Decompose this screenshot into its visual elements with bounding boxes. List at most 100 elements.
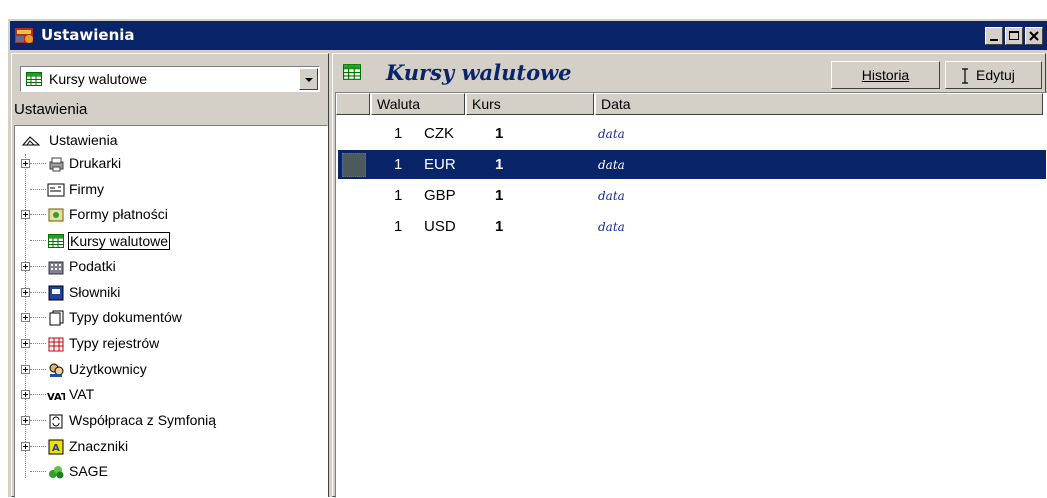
close-icon (1029, 31, 1039, 41)
grid-table-icon (26, 72, 42, 86)
marker-icon: A (48, 439, 64, 455)
window-title: Ustawienia (41, 26, 135, 44)
tree-item-label: Współpraca z Symfonią (69, 412, 217, 428)
tree-connector (30, 265, 46, 267)
column-header-kurs[interactable]: Kurs (466, 93, 594, 115)
table-row[interactable]: 1 EUR 1 data (338, 150, 1046, 179)
expand-icon[interactable] (21, 364, 30, 374)
expand-icon[interactable] (21, 416, 30, 425)
title-bar[interactable]: Ustawienia (10, 21, 1047, 50)
combo-dropdown-button[interactable] (299, 68, 318, 90)
tree-item[interactable]: Współpraca z Symfonią (21, 411, 321, 433)
currency-code: CZK (424, 125, 454, 142)
tree-item[interactable]: Firmy (21, 180, 321, 202)
vat-icon: VAT (47, 392, 65, 403)
combo-value: Kursy walutowe (49, 71, 148, 87)
tree-item-label: Użytkownicy (69, 360, 147, 377)
table-row[interactable]: 1 CZK 1 data (338, 119, 1046, 148)
row-selector-indicator (342, 153, 366, 177)
chevron-down-icon (305, 78, 313, 82)
dictionary-icon (48, 285, 64, 300)
tree-item-label: Kursy walutowe (68, 232, 171, 251)
settings-combo[interactable]: Kursy walutowe (20, 66, 320, 92)
tree-connector (30, 445, 46, 447)
tree-item[interactable]: A Znaczniki (21, 437, 321, 459)
content-header: Kursy walutowe Historia Edytuj (333, 54, 1047, 92)
tree-item[interactable]: Słowniki (21, 283, 321, 305)
row-number: 1 (394, 125, 403, 142)
tree-connector (30, 240, 46, 242)
currency-code: EUR (424, 156, 456, 173)
table-row[interactable]: 1 USD 1 data (338, 212, 1046, 241)
close-button[interactable] (1025, 27, 1043, 45)
tree-item[interactable]: VAT VAT (21, 385, 321, 407)
rate-date: data (598, 220, 625, 234)
tree-item[interactable]: SAGE (21, 462, 321, 484)
tree-item-label: SAGE (69, 463, 108, 480)
minimize-button[interactable] (985, 27, 1003, 45)
row-selector-header (336, 93, 370, 115)
minimize-icon (990, 39, 998, 41)
history-button[interactable]: Historia (831, 61, 940, 89)
exchange-rate: 1 (495, 187, 504, 204)
documents-icon (49, 310, 64, 326)
row-number: 1 (394, 156, 403, 173)
root-settings-icon (21, 136, 41, 146)
tree-connector (30, 420, 46, 421)
printer-icon (49, 157, 64, 172)
currency-code: USD (424, 218, 456, 235)
tree-connector (30, 188, 46, 190)
section-label: Ustawienia (14, 101, 88, 118)
tree-item-label: Podatki (69, 257, 116, 274)
tree-item[interactable]: Użytkownicy (21, 360, 321, 382)
exchange-rate: 1 (495, 218, 504, 235)
expand-icon[interactable] (21, 313, 30, 323)
rate-date: data (598, 158, 625, 172)
expand-icon[interactable] (21, 210, 30, 220)
tree-connector (30, 394, 46, 396)
sync-icon (49, 414, 63, 429)
settings-tree: Ustawienia Drukarki Firmy Formy płatności K… (14, 125, 328, 498)
maximize-icon (1009, 31, 1019, 40)
tree-root-label: Ustawienia (49, 132, 118, 148)
edit-button[interactable]: Edytuj (945, 61, 1042, 89)
expand-icon[interactable] (21, 390, 30, 400)
company-card-icon (47, 183, 65, 197)
tree-item-label: VAT (69, 386, 95, 403)
rate-date: data (598, 189, 625, 203)
row-number: 1 (394, 187, 403, 204)
tree-item-label: Słowniki (69, 283, 121, 300)
tax-building-icon (48, 261, 64, 275)
tree-item[interactable]: Formy płatności (21, 205, 321, 227)
expand-icon[interactable] (21, 441, 30, 451)
register-icon (48, 337, 64, 352)
left-pane: Kursy walutowe Ustawienia Ustawienia Dru… (11, 53, 329, 498)
maximize-button[interactable] (1005, 27, 1023, 45)
currency-code: GBP (424, 187, 456, 204)
expand-icon[interactable] (21, 159, 30, 168)
users-icon (49, 363, 64, 377)
tree-item[interactable]: Typy dokumentów (21, 308, 321, 330)
expand-icon[interactable] (21, 338, 30, 348)
expand-icon[interactable] (21, 287, 30, 297)
svg-text:VAT: VAT (47, 392, 65, 403)
settings-window: Ustawienia Kursy walutowe Ustawienia Ust… (8, 19, 1047, 498)
expand-icon[interactable] (21, 261, 30, 271)
tree-connector (30, 342, 46, 344)
exchange-rate: 1 (495, 125, 504, 142)
tree-item-label: Firmy (69, 180, 104, 197)
grid-table-icon (343, 64, 361, 80)
svg-text:A: A (52, 443, 60, 454)
tree-item[interactable]: Kursy walutowe (21, 231, 321, 253)
tree-item[interactable]: Drukarki (21, 154, 321, 176)
tree-connector (30, 214, 46, 216)
tree-item-label: Formy płatności (69, 206, 168, 223)
column-header-data[interactable]: Data (595, 93, 1043, 115)
column-header-waluta[interactable]: Waluta (371, 93, 465, 115)
tree-item[interactable]: Podatki (21, 257, 321, 279)
right-pane: Kursy walutowe Historia Edytuj Waluta Ku… (332, 53, 1047, 498)
row-number: 1 (394, 218, 403, 235)
tree-item[interactable]: Typy rejestrów (21, 334, 321, 356)
text-cursor-icon (962, 68, 968, 84)
table-row[interactable]: 1 GBP 1 data (338, 181, 1046, 210)
